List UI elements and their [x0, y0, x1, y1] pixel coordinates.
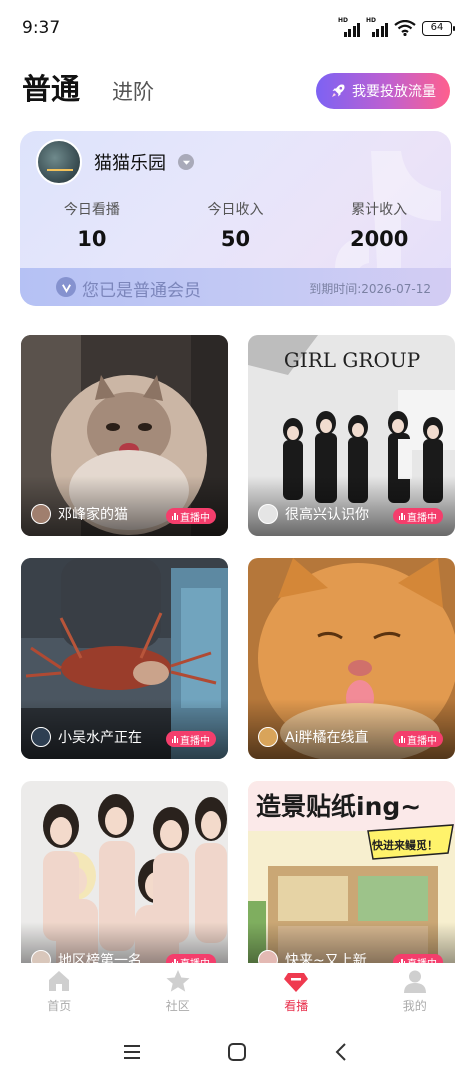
streamer-name: Ai胖橘在线直 [285, 730, 369, 746]
signal-icon: HD [366, 17, 388, 37]
member-card: 猫猫乐园 今日看播 10 今日收入 50 累计收入 2000 您已是普通会员 到… [20, 131, 451, 306]
live-card[interactable]: Ai胖橘在线直 直播中 [248, 558, 455, 759]
live-badge: 直播中 [165, 954, 216, 964]
menu-icon[interactable] [120, 1040, 144, 1064]
streamer-name: 小吴水产正在 [58, 730, 142, 746]
star-icon [166, 970, 190, 992]
live-card[interactable]: GIRL GROUP 很高兴认识你 直播中 [248, 335, 455, 536]
streamer-info: 邓峰家的猫 [31, 504, 128, 524]
nav-label: 社区 [165, 999, 190, 1013]
gem-icon [284, 973, 309, 992]
battery-icon: 64 [422, 20, 455, 36]
live-badge: 直播中 [392, 731, 443, 747]
live-label: 直播中 [180, 735, 210, 747]
avatar [258, 950, 278, 963]
mode-tabs: 普通 进阶 [22, 66, 154, 108]
avatar [258, 727, 278, 747]
signal-icon: HD [338, 17, 360, 37]
live-badge: 直播中 [392, 954, 443, 964]
streamer-name: 快来~又上新 [285, 953, 367, 963]
nav-label: 我的 [402, 999, 427, 1013]
home-icon [49, 971, 70, 991]
live-feed: 邓峰家的猫 直播中 GIRL GROUP 很高兴认识你 直播中 小吴水产正在 直… [21, 335, 455, 963]
live-bars-icon [398, 512, 405, 520]
status-bar: 9:37 HD HD 64 [0, 0, 474, 58]
expiry-date: 到期时间:2026-07-12 [309, 282, 431, 296]
streamer-info: 很高兴认识你 [258, 504, 369, 524]
bottom-nav: 首页 社区 看播 我的 [0, 963, 474, 1023]
chevron-down-icon[interactable] [178, 154, 194, 170]
live-card[interactable]: 小吴水产正在 直播中 [21, 558, 228, 759]
streamer-name: 地区榜第一名 [58, 953, 142, 963]
stat-value: 2000 [349, 227, 409, 251]
avatar [31, 727, 51, 747]
membership-status: 您已是普通会员 [82, 281, 201, 301]
live-label: 直播中 [180, 512, 210, 524]
live-label: 直播中 [407, 955, 437, 964]
wifi-icon [394, 20, 416, 36]
avatar [31, 950, 51, 963]
stat-label: 累计收入 [351, 202, 408, 218]
stats-row: 今日看播 10 今日收入 50 累计收入 2000 [20, 199, 451, 251]
home-button-icon[interactable] [225, 1040, 249, 1064]
nav-label: 首页 [47, 999, 72, 1013]
live-label: 直播中 [180, 955, 210, 964]
stat-label: 今日看播 [63, 202, 120, 218]
streamer-name: 很高兴认识你 [285, 507, 369, 523]
live-label: 直播中 [407, 735, 437, 747]
streamer-name: 邓峰家的猫 [58, 507, 128, 523]
nav-community[interactable]: 社区 [119, 963, 238, 1023]
tab-basic[interactable]: 普通 [22, 66, 80, 108]
person-icon [403, 970, 426, 993]
live-bars-icon [171, 512, 178, 520]
profile-row[interactable]: 猫猫乐园 [36, 139, 194, 185]
rocket-icon [332, 84, 345, 97]
poster-text: 造景贴纸ing~ [256, 792, 421, 821]
live-badge: 直播中 [165, 508, 216, 524]
status-icons: HD HD 64 [338, 17, 455, 37]
stat-value: 50 [220, 227, 251, 251]
streamer-info: 地区榜第一名 [31, 950, 142, 963]
avatar [31, 504, 51, 524]
live-label: 直播中 [407, 512, 437, 524]
channel-name: 猫猫乐园 [94, 153, 166, 174]
streamer-info: 快来~又上新 [258, 950, 367, 963]
stat-value: 10 [77, 227, 107, 251]
nav-home[interactable]: 首页 [0, 963, 119, 1023]
poster-text: GIRL GROUP [284, 348, 420, 372]
streamer-info: Ai胖橘在线直 [258, 727, 368, 747]
streamer-info: 小吴水产正在 [31, 727, 142, 747]
stat-income-today: 今日收入 50 [164, 199, 308, 251]
nav-watch[interactable]: 看播 [237, 963, 356, 1023]
avatar [258, 504, 278, 524]
stat-label: 今日收入 [207, 202, 264, 218]
live-badge: 直播中 [165, 731, 216, 747]
live-card[interactable]: 邓峰家的猫 直播中 [21, 335, 228, 536]
membership-bar[interactable]: 您已是普通会员 到期时间:2026-07-12 [20, 268, 451, 306]
live-bars-icon [398, 735, 405, 743]
live-badge: 直播中 [392, 508, 443, 524]
live-bars-icon [171, 735, 178, 743]
system-nav-bar [0, 1026, 474, 1080]
boost-traffic-button[interactable]: 我要投放流量 [316, 73, 450, 109]
poster-text: 快进来鳗觅！ [371, 838, 438, 852]
tab-advanced[interactable]: 进阶 [112, 76, 154, 106]
boost-button-label: 我要投放流量 [352, 83, 436, 99]
back-icon[interactable] [330, 1040, 354, 1064]
avatar [36, 139, 82, 185]
nav-profile[interactable]: 我的 [356, 963, 474, 1023]
live-card[interactable]: 地区榜第一名 直播中 [21, 781, 228, 963]
live-card[interactable]: 造景贴纸ing~ 快进来鳗觅！ 快来~又上新 直播中 [248, 781, 455, 963]
stat-views-today: 今日看播 10 [20, 199, 164, 251]
stat-income-total: 累计收入 2000 [307, 199, 451, 251]
nav-label: 看播 [284, 999, 309, 1013]
vip-check-icon [56, 277, 76, 297]
clock: 9:37 [22, 18, 61, 38]
